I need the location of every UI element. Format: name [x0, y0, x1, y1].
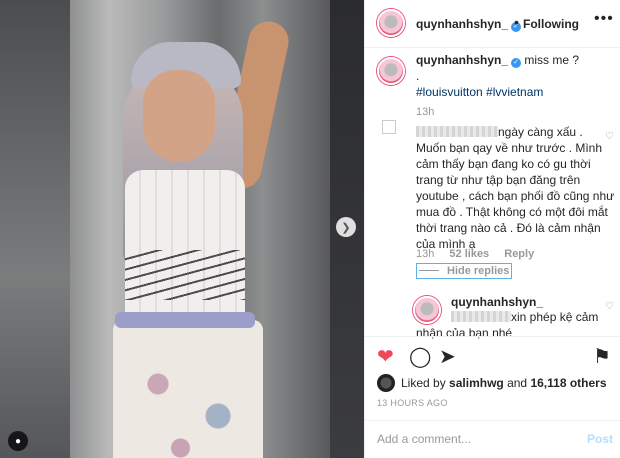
post-photo[interactable]: ❯ ● [0, 0, 364, 458]
belt [115, 312, 255, 328]
comment-like-heart-icon[interactable]: ♡ [605, 131, 615, 142]
liker-avatar[interactable] [377, 374, 395, 392]
comment-likes[interactable]: 52 likes [449, 248, 489, 260]
more-options-icon[interactable]: ••• [594, 10, 614, 28]
blurred-mention [451, 311, 511, 322]
caption-text: miss me ? [524, 53, 580, 67]
elevator-wall-left [0, 0, 70, 458]
username-link[interactable]: quynhanhshyn_ [416, 17, 508, 31]
caption-dot: . [416, 69, 420, 83]
separator-dot: • [514, 14, 519, 30]
caption-username[interactable]: quynhanhshyn_ [416, 53, 508, 67]
blurred-username [416, 126, 498, 137]
following-button[interactable]: Following [523, 17, 579, 31]
user-tag-icon[interactable]: ● [8, 431, 28, 451]
face [143, 70, 215, 162]
liker-username[interactable]: salimhwg [449, 376, 504, 390]
hide-replies-label: Hide replies [447, 265, 510, 277]
comment-icon[interactable]: ◯ [409, 347, 431, 367]
post-sidebar: quynhanhshyn_ ✓ • Following ••• quynhanhs… [364, 0, 620, 458]
next-image-arrow-icon[interactable]: ❯ [336, 217, 356, 237]
caption: quynhanhshyn_ ✓ miss me ? . #louisvuitton… [416, 52, 611, 100]
comment-time[interactable]: 13h [416, 248, 434, 260]
corset-laces [125, 250, 245, 300]
person-figure [95, 17, 305, 458]
verified-badge-icon: ✓ [511, 58, 522, 68]
share-icon[interactable]: ➤ [439, 347, 456, 367]
liked-by-prefix: Liked by [401, 376, 446, 390]
likes-count[interactable]: 16,118 others [530, 376, 606, 390]
post-comment-button[interactable]: Post [587, 432, 613, 446]
like-heart-icon[interactable]: ❤ [377, 347, 394, 367]
comment: ngày càng xấu . Muốn bạn qay về như trướ… [416, 124, 616, 252]
replies-line [419, 270, 439, 271]
header-username[interactable]: quynhanhshyn_ ✓ [416, 17, 522, 32]
post-timestamp[interactable]: 13 HOURS AGO [377, 398, 448, 408]
reply-username[interactable]: quynhanhshyn_ [451, 295, 543, 309]
bookmark-icon[interactable]: ⚑ [593, 347, 611, 367]
likes-and: and [507, 376, 528, 390]
comment-text: ngày càng xấu . Muốn bạn qay về như trướ… [416, 125, 615, 251]
avatar[interactable] [377, 9, 405, 37]
reply-button[interactable]: Reply [504, 248, 534, 260]
post-header: quynhanhshyn_ ✓ • Following ••• [365, 0, 620, 48]
floral-pants [113, 320, 263, 458]
likes-summary: Liked by salimhwg and 16,118 others [377, 374, 607, 392]
caption-hashtags[interactable]: #louisvuitton #lvvietnam [416, 85, 543, 99]
reply-like-heart-icon[interactable]: ♡ [605, 301, 615, 312]
comment-input[interactable]: Add a comment... [377, 432, 471, 446]
hide-replies-button[interactable]: Hide replies [416, 263, 513, 279]
caption-avatar[interactable] [377, 57, 405, 85]
caption-time[interactable]: 13h [416, 106, 434, 118]
add-comment-bar: Add a comment... Post [365, 420, 620, 458]
comment-meta: 13h 52 likes Reply [416, 248, 546, 260]
commenter-avatar-placeholder[interactable] [382, 120, 396, 134]
instagram-post: ❯ ● quynhanhshyn_ ✓ • Following ••• quynh… [0, 0, 620, 458]
